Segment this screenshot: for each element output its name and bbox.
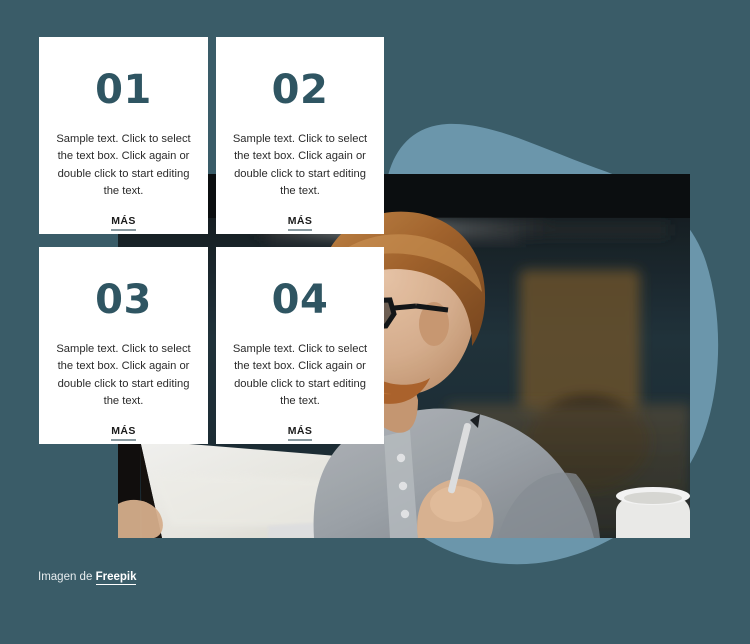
page-canvas: 01 Sample text. Click to select the text… <box>0 0 750 644</box>
card-more-link[interactable]: MÁS <box>287 425 313 442</box>
feature-card: 04 Sample text. Click to select the text… <box>216 247 384 444</box>
card-number: 02 <box>271 67 329 113</box>
feature-card: 01 Sample text. Click to select the text… <box>39 37 208 234</box>
card-more-link[interactable]: MÁS <box>111 425 136 442</box>
image-credit-label: Imagen de <box>38 571 93 583</box>
card-description: Sample text. Click to select the text bo… <box>232 343 368 408</box>
card-description: Sample text. Click to select the text bo… <box>232 133 368 198</box>
card-number: 03 <box>95 277 152 323</box>
card-number: 01 <box>95 67 152 113</box>
feature-card: 02 Sample text. Click to select the text… <box>216 37 384 234</box>
card-number: 04 <box>271 277 329 323</box>
freepik-link[interactable]: Freepik <box>95 571 137 585</box>
card-description: Sample text. Click to select the text bo… <box>56 133 191 198</box>
feature-card: 03 Sample text. Click to select the text… <box>39 247 208 444</box>
card-description: Sample text. Click to select the text bo… <box>56 343 191 408</box>
image-credit: Imagen de Freepik <box>38 571 137 585</box>
card-more-link[interactable]: MÁS <box>287 215 313 232</box>
card-more-link[interactable]: MÁS <box>111 215 136 232</box>
